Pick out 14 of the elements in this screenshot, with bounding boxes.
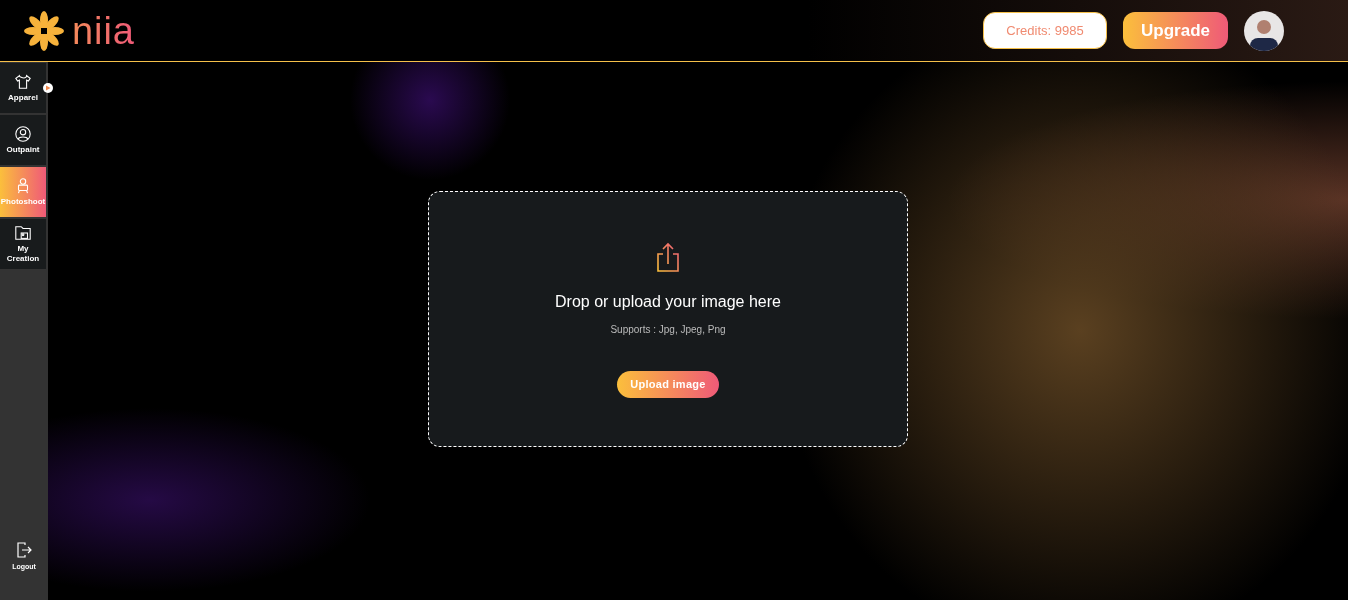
shirt-icon [14,73,32,91]
sidebar-item[interactable]: My Creation [0,219,46,269]
share-upload-icon [655,242,681,274]
expand-toggle-icon[interactable] [43,83,53,93]
supported-formats-text: Supports : Jpg, Jpeg, Png [610,323,726,337]
upload-title: Drop or upload your image here [555,292,781,312]
sidebar-item[interactable]: Apparel [0,63,46,113]
avatar-icon[interactable] [1244,10,1284,51]
folder-icon [14,224,32,242]
upload-dropzone[interactable]: Drop or upload your image here Supports : Jpg, Jpeg, Png Upload image [428,191,908,447]
logout-icon [15,540,33,559]
user-icon [14,125,32,143]
sidebar-item[interactable]: Outpaint [0,115,46,165]
flower-logo-icon [24,10,64,51]
